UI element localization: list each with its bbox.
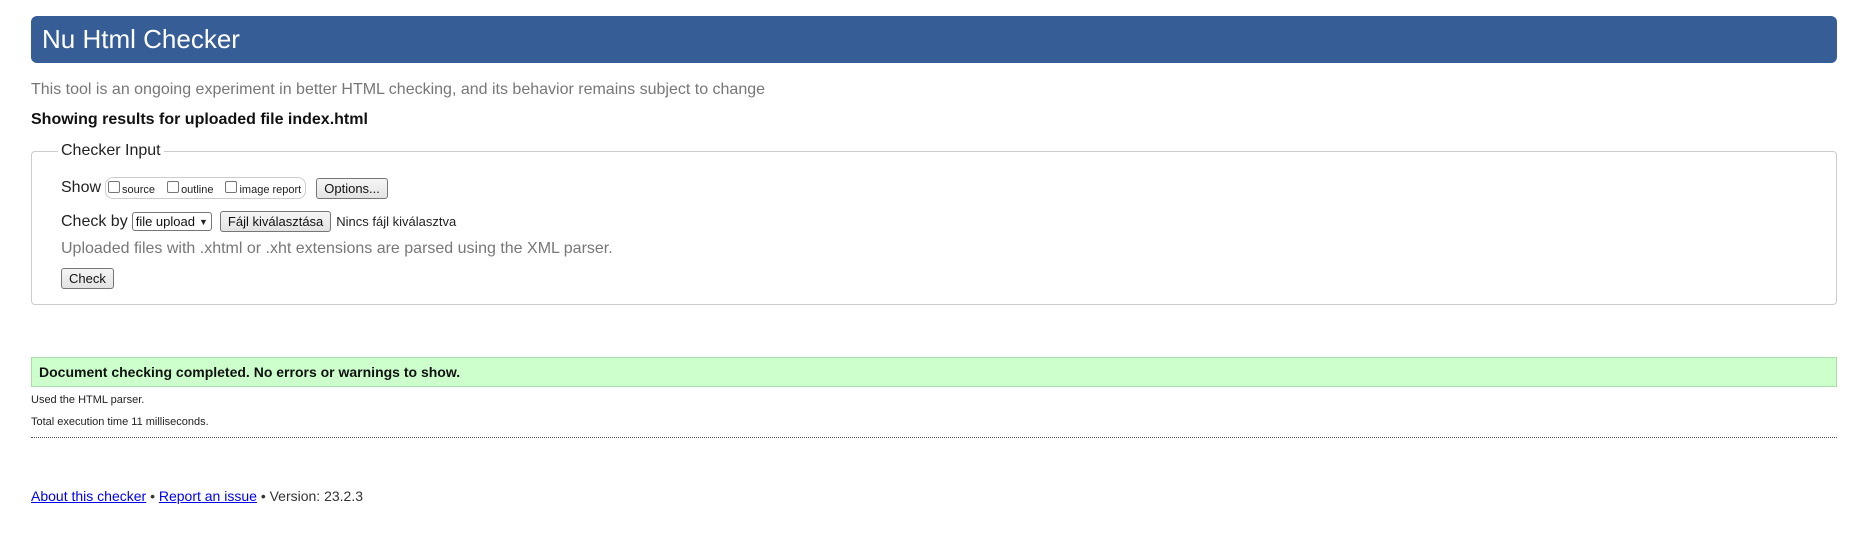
- source-checkbox[interactable]: [108, 180, 121, 193]
- show-source-option[interactable]: source: [108, 180, 155, 196]
- show-image-report-option[interactable]: image report: [225, 180, 301, 196]
- source-checkbox-label[interactable]: source: [122, 184, 155, 196]
- about-checker-link[interactable]: About this checker: [31, 488, 146, 504]
- show-options-group: source outline image report: [105, 177, 307, 199]
- chevron-down-icon[interactable]: ▼: [199, 217, 208, 227]
- check-by-row: Check by file upload ▼ Fájl kiválasztása…: [61, 211, 456, 232]
- page-title: Nu Html Checker: [42, 24, 240, 54]
- show-outline-option[interactable]: outline: [167, 180, 213, 196]
- version-text: Version: 23.2.3: [269, 488, 364, 504]
- footer-separator-2: •: [260, 488, 266, 504]
- intro-text: This tool is an ongoing experiment in be…: [31, 81, 766, 98]
- choose-file-button[interactable]: Fájl kiválasztása: [219, 211, 332, 232]
- page: Nu Html Checker This tool is an ongoing …: [0, 0, 1870, 536]
- header-bar: Nu Html Checker: [31, 16, 1837, 63]
- outline-checkbox[interactable]: [167, 180, 180, 193]
- show-label: Show: [61, 179, 102, 196]
- dotted-divider: [31, 437, 1837, 438]
- show-row: Show source outline image report Options…: [61, 177, 388, 199]
- image-report-checkbox[interactable]: [225, 180, 238, 193]
- options-button[interactable]: Options...: [316, 177, 388, 199]
- success-message-box: Document checking completed. No errors o…: [31, 357, 1837, 387]
- footer-separator-1: •: [150, 488, 155, 504]
- check-by-selected-value[interactable]: file upload: [136, 214, 195, 229]
- check-by-label: Check by: [61, 212, 128, 230]
- check-button[interactable]: Check: [61, 268, 114, 289]
- parser-note: Used the HTML parser.: [31, 394, 145, 406]
- outline-checkbox-label[interactable]: outline: [181, 184, 213, 196]
- checker-input-legend: Checker Input: [58, 142, 164, 160]
- report-issue-link[interactable]: Report an issue: [159, 488, 257, 504]
- execution-time: Total execution time 11 milliseconds.: [31, 416, 209, 428]
- xml-parser-hint: Uploaded files with .xhtml or .xht exten…: [61, 240, 613, 257]
- checker-input-fieldset: Checker Input Show source outline image …: [31, 142, 1837, 305]
- check-by-select[interactable]: file upload ▼: [131, 212, 212, 231]
- image-report-checkbox-label[interactable]: image report: [239, 184, 301, 196]
- success-message: Document checking completed. No errors o…: [39, 364, 461, 380]
- footer: About this checker • Report an issue • V…: [31, 488, 363, 504]
- results-heading: Showing results for uploaded file index.…: [31, 111, 368, 128]
- file-status-text: Nincs fájl kiválasztva: [336, 214, 457, 229]
